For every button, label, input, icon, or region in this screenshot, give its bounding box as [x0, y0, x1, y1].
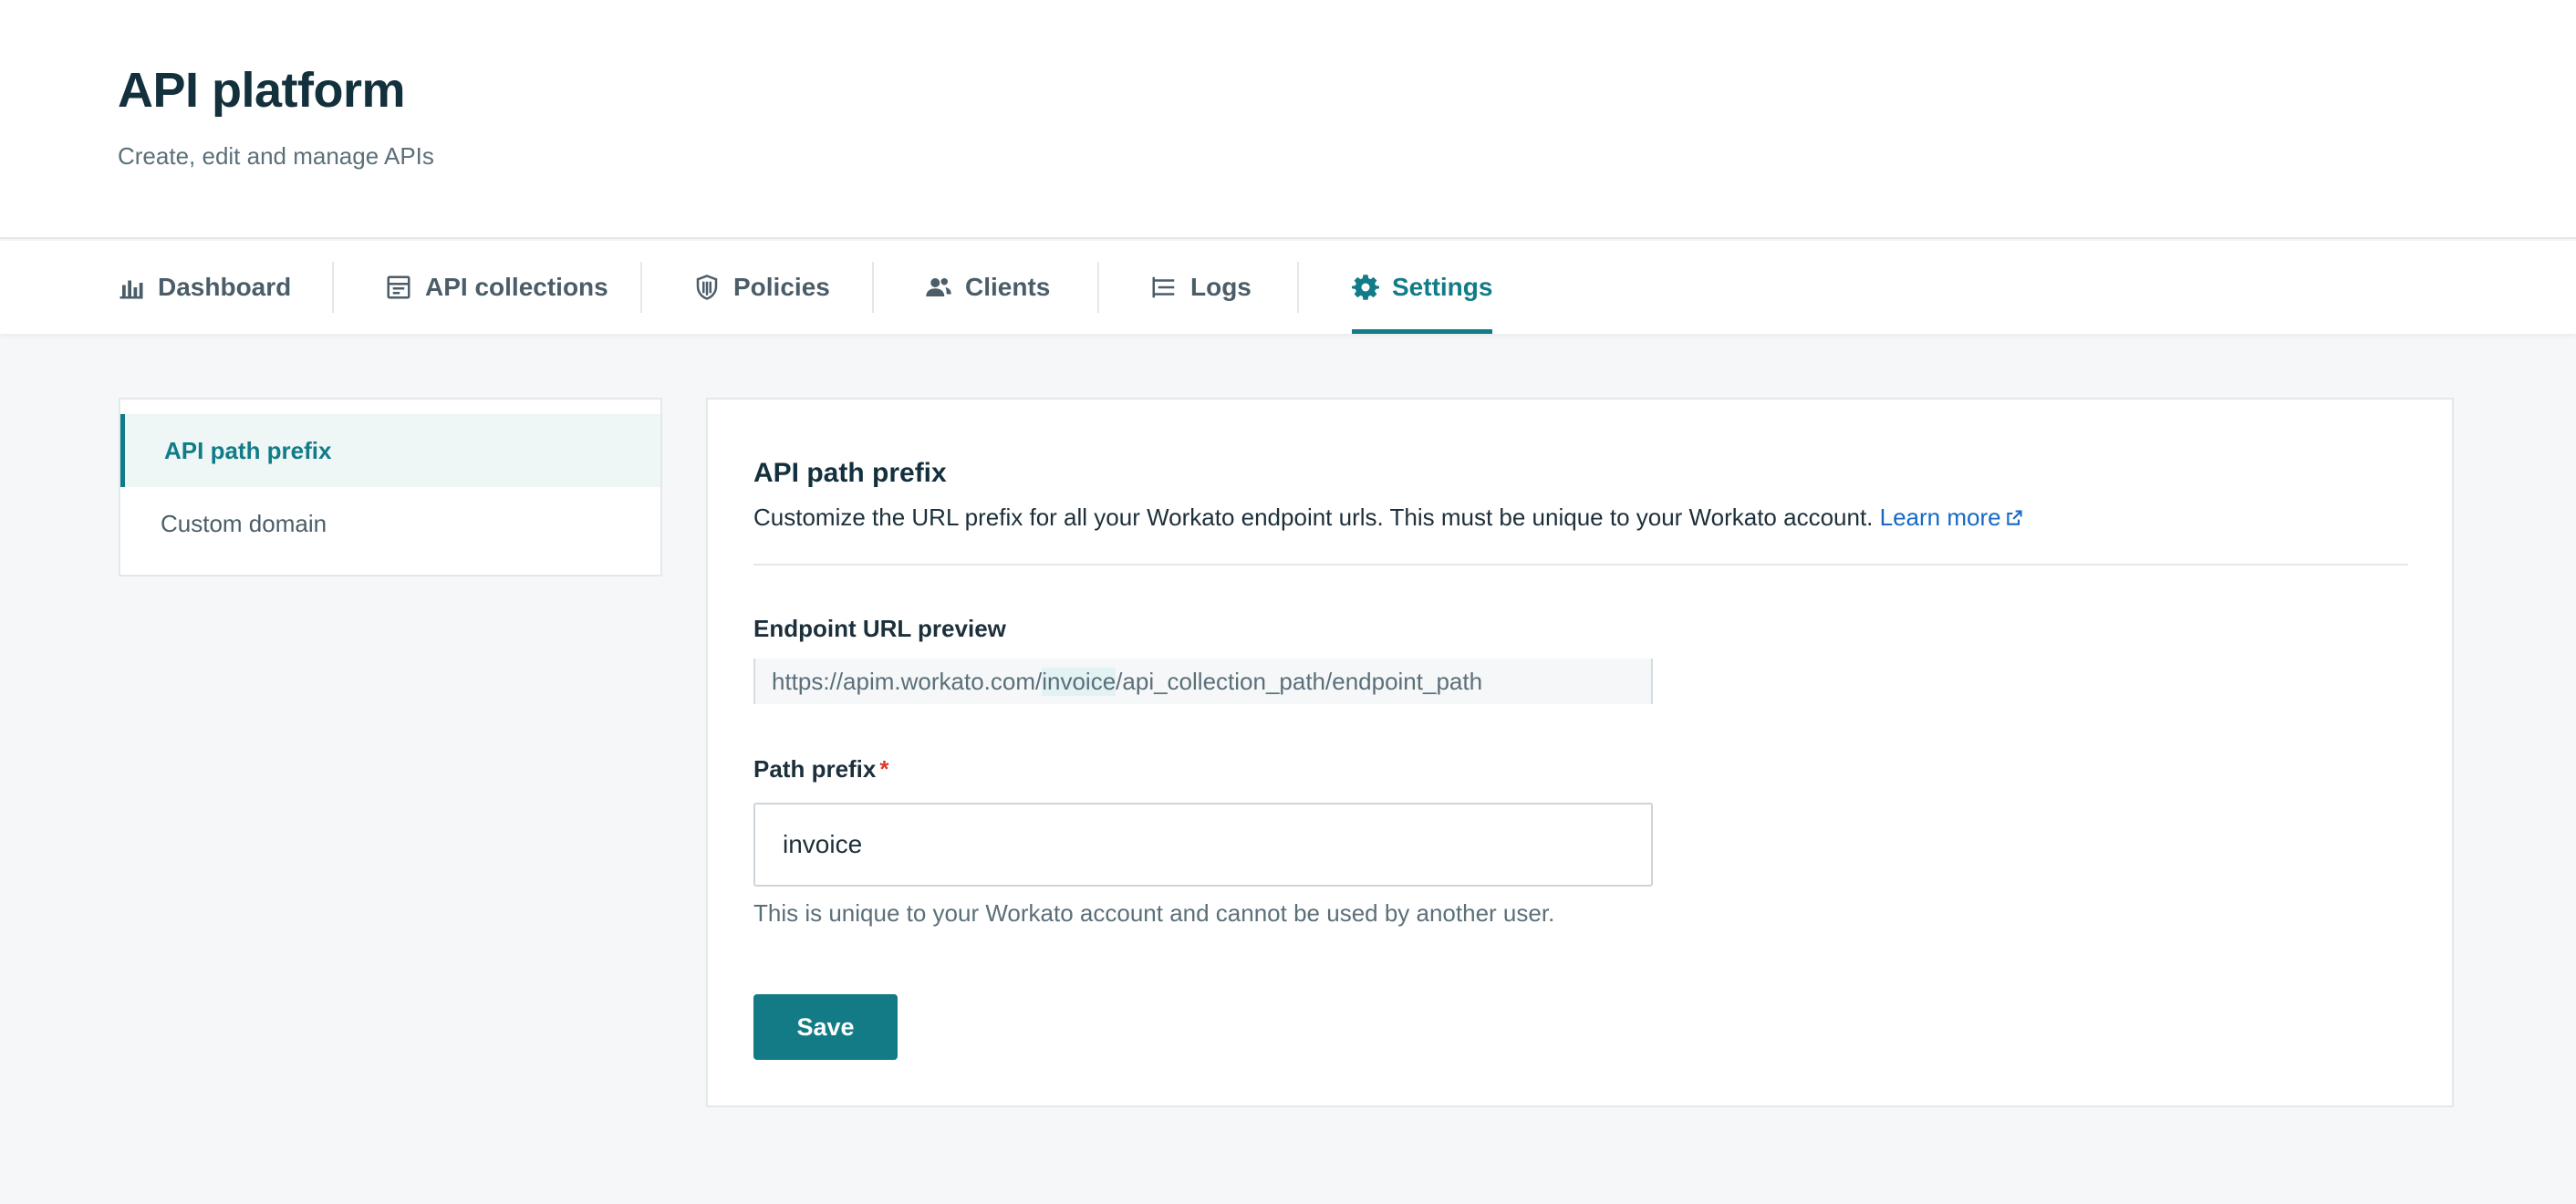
tab-divider: [872, 262, 874, 313]
tab-logs[interactable]: Logs: [1150, 241, 1252, 334]
section-description: Customize the URL prefix for all your Wo…: [753, 503, 2023, 532]
required-marker: *: [879, 755, 889, 783]
tab-api-collections[interactable]: API collections: [385, 241, 608, 334]
url-base: https://apim.workato.com/: [772, 667, 1043, 695]
tab-clients[interactable]: Clients: [925, 241, 1050, 334]
tab-label: Clients: [965, 273, 1051, 301]
section-title: API path prefix: [753, 458, 947, 488]
settings-panel: API path prefix Customize the URL prefix…: [706, 398, 2454, 1107]
gear-icon: [1352, 275, 1379, 300]
tab-label: Policies: [733, 273, 830, 301]
tab-policies[interactable]: Policies: [693, 241, 830, 334]
path-prefix-input[interactable]: [753, 803, 1653, 887]
section-divider: [753, 564, 2408, 566]
tab-divider: [1097, 262, 1099, 313]
bar-chart-icon: [119, 280, 143, 299]
page-title: API platform: [118, 63, 406, 118]
page-header: API platform Create, edit and manage API…: [0, 0, 2576, 239]
save-button[interactable]: Save: [753, 994, 898, 1060]
tab-divider: [1297, 262, 1299, 313]
sidenav-item-label: Custom domain: [161, 509, 327, 537]
tab-divider: [640, 262, 642, 313]
tab-dashboard[interactable]: Dashboard: [118, 241, 291, 334]
endpoint-url-preview: https://apim.workato.com/invoice/api_col…: [753, 659, 1653, 704]
tab-settings[interactable]: Settings: [1352, 241, 1493, 334]
logs-icon: [1152, 276, 1175, 298]
sidenav-item-api-path-prefix[interactable]: API path prefix: [120, 414, 660, 487]
users-icon: [926, 278, 951, 296]
tab-label: API collections: [425, 273, 608, 301]
endpoint-preview-label: Endpoint URL preview: [753, 615, 1006, 642]
tab-bar: Dashboard API collections Policies Clien…: [0, 241, 2576, 334]
url-prefix-highlight: invoice: [1042, 667, 1117, 696]
page-subtitle: Create, edit and manage APIs: [118, 142, 434, 170]
settings-sidenav: API path prefix Custom domain: [119, 398, 662, 576]
learn-more-label: Learn more: [1879, 503, 2001, 531]
learn-more-link[interactable]: Learn more: [1880, 503, 2023, 531]
url-path: /api_collection_path/endpoint_path: [1116, 667, 1483, 695]
path-prefix-label-text: Path prefix: [753, 755, 877, 783]
collection-icon: [387, 275, 410, 299]
path-prefix-label: Path prefix *: [753, 755, 889, 784]
shield-icon: [696, 275, 718, 300]
tab-label: Logs: [1190, 273, 1252, 301]
tab-label: Dashboard: [158, 273, 292, 301]
description-text: Customize the URL prefix for all your Wo…: [753, 503, 1874, 531]
path-prefix-hint: This is unique to your Workato account a…: [753, 899, 1555, 927]
sidenav-item-custom-domain[interactable]: Custom domain: [120, 487, 660, 560]
tab-label: Settings: [1392, 273, 1493, 301]
tab-divider: [332, 262, 334, 313]
sidenav-item-label: API path prefix: [164, 436, 332, 464]
external-link-icon: [2006, 510, 2022, 525]
